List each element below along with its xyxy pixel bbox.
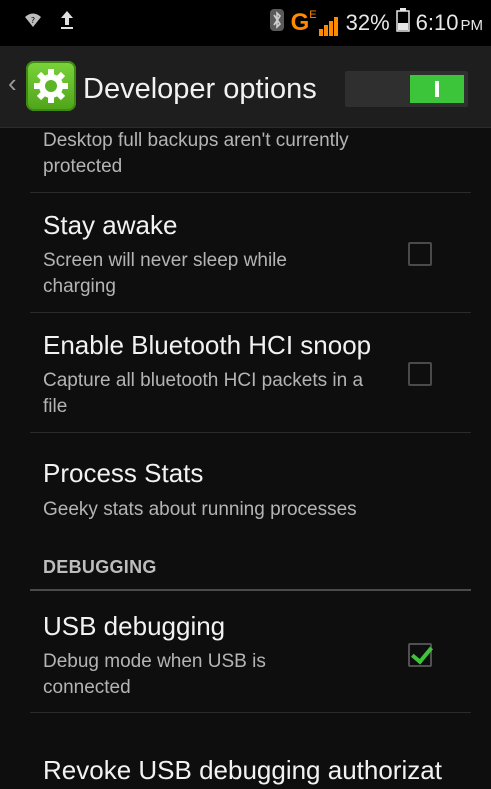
back-caret-icon[interactable]: ‹ [8, 68, 17, 99]
bluetooth-icon [269, 8, 285, 37]
settings-gear-icon[interactable] [26, 61, 76, 111]
list-item-summary: Screen will never sleep while charging [43, 250, 287, 297]
toggle-knob [410, 75, 464, 103]
section-header-debugging: DEBUGGING [43, 557, 157, 577]
settings-list: Desktop full backups aren't currently pr… [0, 128, 491, 789]
list-item-title: Stay awake [43, 210, 178, 240]
usb-debugging-checkbox[interactable] [408, 643, 432, 667]
list-item-process-stats[interactable]: Process Stats Geeky stats about running … [30, 433, 471, 538]
list-item-title: Revoke USB debugging authorizations [43, 755, 443, 785]
list-item-desktop-backup-password[interactable]: Desktop full backups aren't currently pr… [30, 128, 471, 193]
list-item-summary: Geeky stats about running processes [43, 499, 357, 520]
battery-percent: 32% [345, 9, 390, 35]
upload-arrow-icon [60, 10, 74, 35]
wifi-question-icon: ? [24, 11, 42, 34]
bluetooth-hci-checkbox[interactable] [408, 362, 432, 386]
clock: 6:10 PM [415, 9, 483, 35]
status-bar: ? G E 32% 6:10 PM [0, 0, 491, 46]
page-title: Developer options [83, 73, 317, 105]
list-item-summary: Capture all bluetooth HCI packets in a f… [43, 370, 364, 417]
developer-options-toggle[interactable] [345, 71, 468, 107]
list-item-title: Process Stats [43, 458, 204, 488]
list-item-stay-awake[interactable]: Stay awake Screen will never sleep while… [30, 193, 471, 313]
list-item-title: Enable Bluetooth HCI snoop log [43, 330, 371, 360]
status-bar-right: G E 32% 6:10 PM [269, 8, 483, 37]
list-item-summary: Debug mode when USB is connected [43, 651, 266, 698]
action-bar: ‹ Developer options [0, 46, 491, 128]
svg-text:?: ? [31, 16, 35, 25]
signal-edge-icon: G E [291, 9, 340, 37]
battery-icon [395, 8, 410, 37]
status-bar-left: ? [24, 10, 74, 35]
list-item-usb-debugging[interactable]: USB debugging Debug mode when USB is con… [30, 591, 471, 713]
list-item-revoke-usb-authorizations[interactable]: Revoke USB debugging authorizations [30, 713, 471, 789]
list-item-bluetooth-hci-snoop[interactable]: Enable Bluetooth HCI snoop log Capture a… [30, 313, 471, 433]
stay-awake-checkbox[interactable] [408, 242, 432, 266]
list-item-title: USB debugging [43, 611, 226, 641]
list-item-summary: Desktop full backups aren't currently pr… [43, 130, 349, 177]
